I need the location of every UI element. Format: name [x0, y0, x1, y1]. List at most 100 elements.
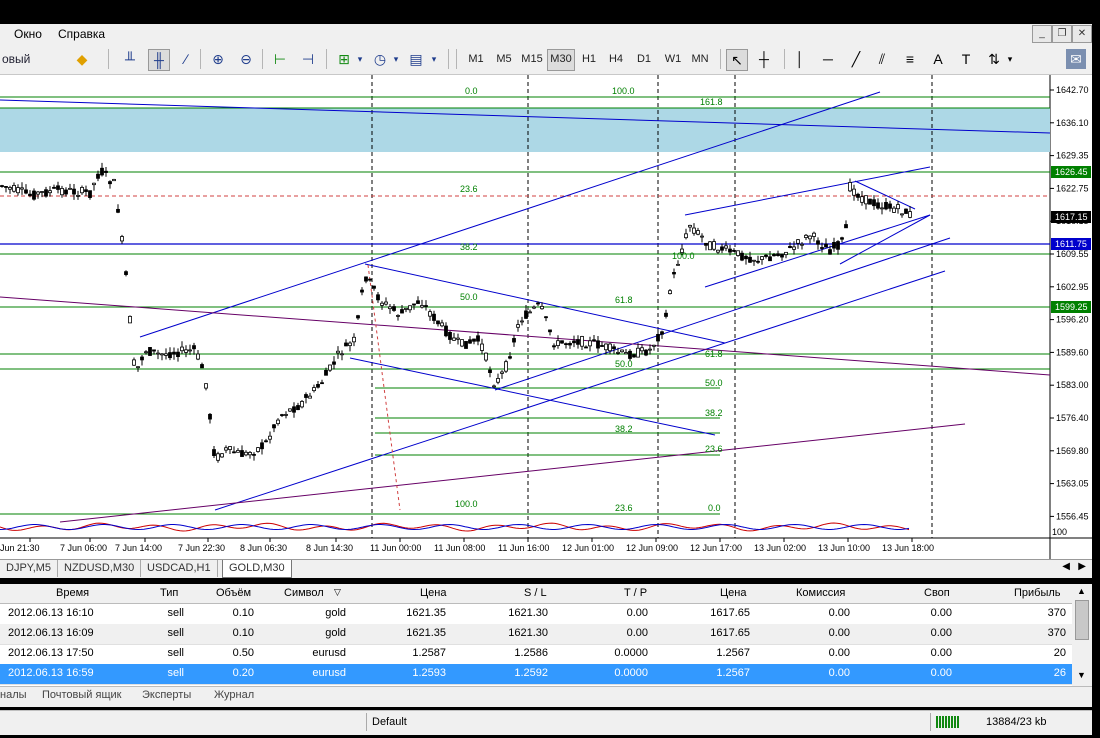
crosshair-icon[interactable]: ┼: [754, 49, 774, 69]
time-tick-label: 12 Jun 09:00: [626, 543, 678, 553]
candle: [264, 438, 268, 443]
scroll-up-icon[interactable]: ▲: [1077, 586, 1086, 596]
tf-m15[interactable]: M15: [519, 49, 545, 69]
candle: [824, 238, 828, 248]
cell-profit: 370: [1047, 627, 1066, 639]
candle: [32, 188, 36, 201]
cell-symbol: eurusd: [312, 667, 346, 679]
candle: [368, 278, 372, 282]
chevron-down-icon[interactable]: ▾: [350, 49, 370, 69]
terminal-tab[interactable]: Эксперты: [142, 689, 191, 701]
cursor-icon[interactable]: ↖: [726, 49, 748, 71]
resistance-zone[interactable]: [0, 108, 1050, 152]
candle: [512, 335, 516, 347]
chevron-down-icon[interactable]: ▾: [386, 49, 406, 69]
terminal-tab[interactable]: Журнал: [214, 689, 254, 701]
table-row[interactable]: 2012.06.13 16:09 sell 0.10 gold 1621.35 1621.…: [0, 624, 1072, 645]
tf-m30[interactable]: M30: [547, 49, 575, 71]
warning-icon[interactable]: ◆: [72, 49, 92, 69]
chevron-down-icon[interactable]: ▾: [1000, 49, 1020, 69]
scroll-thumb[interactable]: [1075, 600, 1089, 640]
chat-icon[interactable]: ✉: [1066, 49, 1086, 69]
chart-tab[interactable]: NZDUSD,M30: [58, 560, 142, 577]
terminal-tab[interactable]: Почтовый ящик: [42, 689, 121, 701]
col-type[interactable]: Тип: [160, 587, 178, 599]
zoom-out-icon[interactable]: ⊖: [236, 49, 256, 69]
vertical-line-icon[interactable]: │: [790, 49, 810, 69]
bar-chart-icon[interactable]: ╨: [120, 49, 140, 69]
candle: [564, 342, 568, 349]
scroll-down-icon[interactable]: ▼: [1077, 670, 1086, 680]
price-chart[interactable]: 0.0 100.0 161.8 23.6 38.2 50.0 61.8 100.0 61.8 50…: [0, 75, 1092, 559]
table-row[interactable]: 2012.06.13 16:59 sell 0.20 eurusd 1.2593 1.25…: [0, 664, 1072, 685]
chart-canvas[interactable]: 0.0 100.0 161.8 23.6 38.2 50.0 61.8 100.0 61.8 50…: [0, 75, 1092, 559]
candle: [832, 237, 836, 252]
fib-level-label: 50.0: [460, 292, 478, 302]
tf-m5[interactable]: M5: [491, 49, 517, 69]
close-icon[interactable]: ✕: [1072, 25, 1092, 43]
col-sl[interactable]: S / L: [524, 587, 547, 599]
chart-shift-icon[interactable]: ⊣: [298, 49, 318, 69]
terminal-panel: Время Тип Объём Символ ▽ Цена S / L T / …: [0, 584, 1092, 686]
zoom-in-icon[interactable]: ⊕: [208, 49, 228, 69]
candle: [724, 241, 728, 252]
autoscroll-icon[interactable]: ⊢: [270, 49, 290, 69]
fibonacci-icon[interactable]: ≡: [900, 49, 920, 69]
templates-icon[interactable]: ▤: [406, 49, 426, 69]
cell-symbol: gold: [325, 627, 346, 639]
tf-h1[interactable]: H1: [576, 49, 602, 69]
terminal-scrollbar[interactable]: ▲ ▼: [1072, 584, 1092, 686]
chart-tab[interactable]: USDCAD,H1: [141, 560, 218, 577]
text-icon[interactable]: A: [928, 49, 948, 69]
tf-h4[interactable]: H4: [603, 49, 629, 69]
chart-tab-active[interactable]: GOLD,M30: [222, 560, 292, 578]
profile-label: Default: [372, 716, 407, 728]
candle-chart-icon[interactable]: ╫: [148, 49, 170, 71]
candle: [648, 344, 652, 355]
col-price[interactable]: Цена: [420, 587, 446, 599]
candle: [416, 296, 420, 305]
chart-tab[interactable]: DJPY,M5: [0, 560, 59, 577]
cell-comm: 0.00: [828, 667, 850, 679]
horizontal-line-icon[interactable]: ─: [818, 49, 838, 69]
menu-window[interactable]: Окно: [14, 27, 42, 41]
candle: [216, 451, 220, 463]
menu-help[interactable]: Справка: [58, 27, 105, 41]
trendline-icon[interactable]: ╱: [846, 49, 866, 69]
candle: [16, 184, 20, 196]
col-commission[interactable]: Комиссия: [796, 587, 845, 599]
chevron-down-icon[interactable]: ▾: [424, 49, 444, 69]
candle: [468, 336, 472, 344]
tf-m1[interactable]: M1: [463, 49, 489, 69]
minimize-icon[interactable]: _: [1032, 25, 1052, 43]
new-order-button[interactable]: овый Ордер: [2, 48, 68, 88]
col-tp[interactable]: T / P: [624, 587, 647, 599]
cell-sl: 1621.30: [508, 607, 548, 619]
fib-level-label: 50.0: [615, 359, 633, 369]
tf-w1[interactable]: W1: [660, 49, 686, 69]
candle: [904, 208, 908, 214]
col-swap[interactable]: Своп: [924, 587, 950, 599]
table-row[interactable]: 2012.06.13 17:50 sell 0.50 eurusd 1.2587 1.25…: [0, 644, 1072, 665]
tab-scroll-right-icon[interactable]: ▶: [1078, 561, 1086, 572]
terminal-tab[interactable]: налы: [0, 689, 27, 701]
equidistant-channel-icon[interactable]: ⫽: [872, 49, 892, 69]
fib-level-label: 61.8: [615, 295, 633, 305]
col-symbol[interactable]: Символ: [284, 587, 324, 599]
line-chart-icon[interactable]: ∕: [176, 49, 196, 69]
candle: [652, 344, 656, 351]
tab-scroll-left-icon[interactable]: ◀: [1062, 561, 1070, 572]
table-row[interactable]: 2012.06.13 16:10 sell 0.10 gold 1621.35 1621.…: [0, 604, 1072, 625]
col-time[interactable]: Время: [56, 587, 89, 599]
candle: [124, 270, 128, 277]
candle: [224, 445, 228, 454]
restore-icon[interactable]: ❐: [1052, 25, 1072, 43]
col-profit[interactable]: Прибыль: [1014, 587, 1061, 599]
time-tick-label: 11 Jun 16:00: [498, 543, 549, 553]
col-current-price[interactable]: Цена: [720, 587, 746, 599]
tf-d1[interactable]: D1: [631, 49, 657, 69]
col-volume[interactable]: Объём: [216, 587, 251, 599]
text-label-icon[interactable]: T: [956, 49, 976, 69]
tf-mn[interactable]: MN: [687, 49, 713, 69]
candle: [148, 346, 152, 356]
